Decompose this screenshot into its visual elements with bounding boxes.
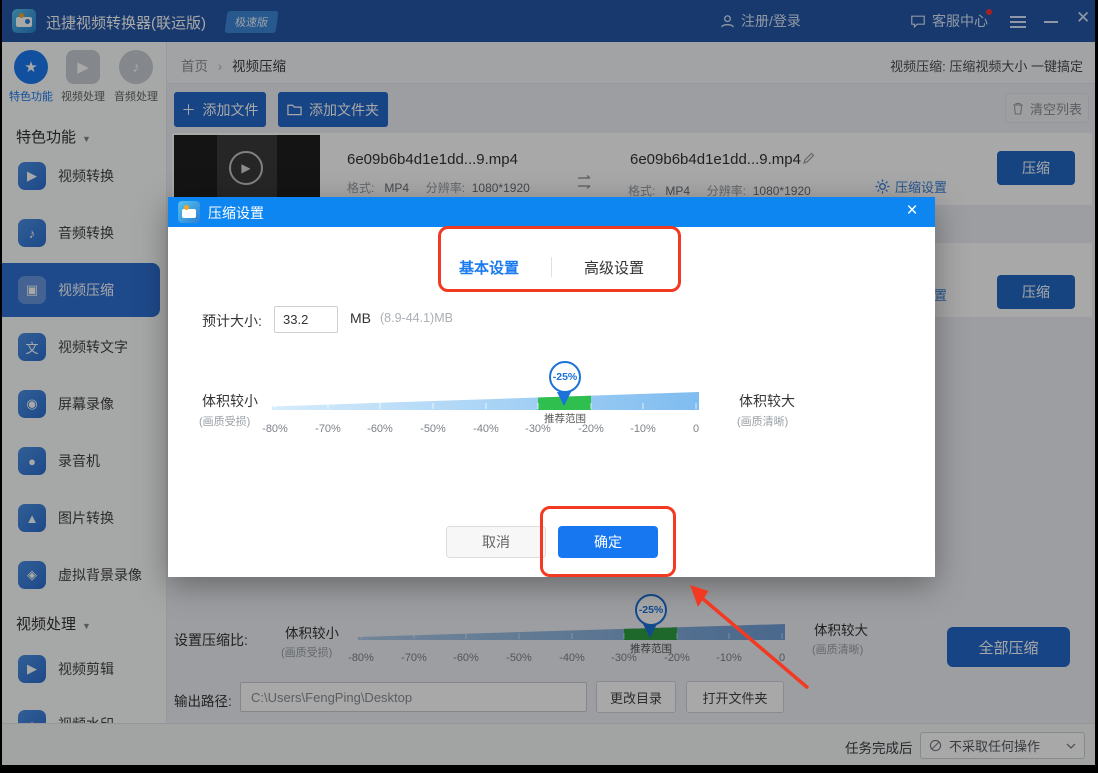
estimated-size-input[interactable] [274,306,338,333]
tab-advanced-settings[interactable]: 高级设置 [582,251,646,284]
slider-marker[interactable]: -25% [549,361,581,393]
size-range: (8.9-44.1)MB [380,311,453,325]
app-window: 迅捷视频转换器(联运版) 极速版 注册/登录 客服中心 ✕ ★ 特色功能 ▶ 视… [2,0,1095,765]
slider-tick-labels: -80% -70% -60% -50% -40% -30% -20% -10% … [272,423,699,437]
slider-right-label: 体积较大 [739,391,795,411]
estimated-size-label: 预计大小: [202,311,262,331]
app-logo-icon [178,201,200,223]
screen: 迅捷视频转换器(联运版) 极速版 注册/登录 客服中心 ✕ ★ 特色功能 ▶ 视… [0,0,1098,773]
compression-slider-track[interactable] [272,390,699,410]
tab-basic-settings[interactable]: 基本设置 [457,251,521,284]
tab-divider [551,257,552,277]
slider-marker-pin[interactable] [557,392,571,406]
close-icon: × [906,200,917,221]
dialog-tabs: 基本设置 高级设置 [168,242,935,292]
compress-settings-dialog: 压缩设置 × 基本设置 高级设置 预计大小: MB (8.9-44.1)MB 体… [168,197,935,577]
dialog-header: 压缩设置 × [168,197,935,227]
slider-left-sublabel: (画质受损) [199,413,250,429]
slider-left-label: 体积较小 [202,391,258,411]
cancel-button[interactable]: 取消 [446,526,546,558]
ok-button[interactable]: 确定 [558,526,658,558]
dialog-close-button[interactable]: × [901,200,923,224]
slider-right-sublabel: (画质清晰) [737,413,788,429]
dialog-title: 压缩设置 [208,203,264,223]
size-unit: MB [350,310,371,326]
